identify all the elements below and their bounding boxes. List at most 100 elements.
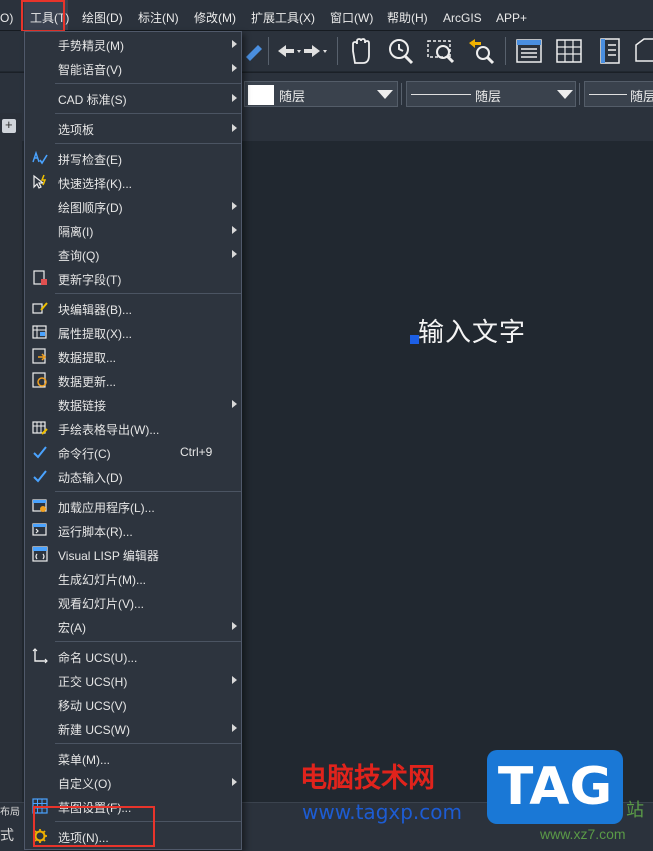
- menu-item-orthographic-ucs[interactable]: 正交 UCS(H): [25, 668, 241, 692]
- menu-app-plus[interactable]: APP+: [496, 0, 527, 30]
- toolbar-separator: [579, 83, 580, 105]
- lineweight-preview: [589, 94, 627, 95]
- highlight-options-item-box: [33, 806, 155, 847]
- menu-window[interactable]: 窗口(W): [330, 0, 373, 30]
- menu-item-move-ucs[interactable]: 移动 UCS(V): [25, 692, 241, 716]
- menu-item-shortcut: Ctrl+9: [180, 445, 213, 459]
- menu-item-block-editor[interactable]: 块编辑器(B)...: [25, 296, 241, 320]
- menu-item-make-slide[interactable]: 生成幻灯片(M)...: [25, 566, 241, 590]
- linetype-value: 随层: [475, 89, 502, 104]
- command-prompt-label: 式: [0, 827, 14, 843]
- menu-item-data-links[interactable]: 数据链接: [25, 392, 241, 416]
- submenu-arrow-icon: [232, 250, 237, 258]
- design-center-icon[interactable]: [553, 35, 585, 67]
- menu-item-macro[interactable]: 宏(A): [25, 614, 241, 638]
- submenu-arrow-icon: [232, 778, 237, 786]
- check-icon: [33, 470, 47, 483]
- submenu-arrow-icon: [232, 622, 237, 630]
- watermark-tag-logo: TAG: [487, 750, 623, 824]
- menu-separator: [55, 743, 241, 744]
- submenu-arrow-icon: [232, 94, 237, 102]
- zoom-realtime-icon[interactable]: [385, 35, 417, 67]
- submenu-arrow-icon: [232, 64, 237, 72]
- check-icon: [33, 446, 47, 459]
- lineweight-control[interactable]: 随层: [584, 81, 653, 107]
- menu-item-voice[interactable]: 智能语音(V): [25, 56, 241, 80]
- layout-tab-label[interactable]: 布局: [0, 803, 20, 818]
- menu-item-named-ucs[interactable]: 命名 UCS(U)...: [25, 644, 241, 668]
- menu-draw[interactable]: 绘图(D): [82, 0, 123, 30]
- toolbar-separator: [268, 37, 269, 65]
- text-grip-handle[interactable]: [410, 335, 419, 344]
- zoom-window-icon[interactable]: [425, 35, 457, 67]
- menu-help[interactable]: 帮助(H): [387, 0, 428, 30]
- menu-item-view-slide[interactable]: 观看幻灯片(V)...: [25, 590, 241, 614]
- menu-item-spell-check[interactable]: 拼写检查(E): [25, 146, 241, 170]
- new-tab-plus-icon[interactable]: +: [2, 117, 16, 133]
- menu-item-new-ucs[interactable]: 新建 UCS(W): [25, 716, 241, 740]
- quick-select-icon: [33, 174, 47, 189]
- submenu-arrow-icon: [232, 400, 237, 408]
- undo-redo-icon[interactable]: [272, 35, 332, 67]
- block-editor-icon: [32, 302, 48, 314]
- properties-palette-icon[interactable]: [513, 35, 545, 67]
- submenu-arrow-icon: [232, 676, 237, 684]
- menubar: O) 工具(T) 绘图(D) 标注(N) 修改(M) 扩展工具(X) 窗口(W)…: [0, 0, 653, 31]
- toolbar-separator: [505, 37, 506, 65]
- menu-item-menu[interactable]: 菜单(M)...: [25, 746, 241, 770]
- linetype-control[interactable]: 随层: [406, 81, 576, 107]
- data-extract-icon: [32, 348, 47, 364]
- canvas-text-object[interactable]: 输入文字: [418, 312, 526, 349]
- menu-item-load-application[interactable]: 加载应用程序(L)...: [25, 494, 241, 518]
- sheet-set-icon[interactable]: [632, 35, 653, 67]
- menu-item-draw-order[interactable]: 绘图顺序(D): [25, 194, 241, 218]
- submenu-arrow-icon: [232, 202, 237, 210]
- submenu-arrow-icon: [232, 724, 237, 732]
- linetype-preview: [411, 94, 471, 95]
- menu-item-attribute-extract[interactable]: 属性提取(X)...: [25, 320, 241, 344]
- pan-hand-icon[interactable]: [345, 35, 377, 67]
- menu-item-visual-lisp-editor[interactable]: Visual LISP 编辑器: [25, 542, 241, 566]
- tool-palettes-icon[interactable]: [595, 35, 627, 67]
- menu-item-dynamic-input[interactable]: 动态输入(D): [25, 464, 241, 488]
- menu-separator: [55, 293, 241, 294]
- color-control[interactable]: 随层: [244, 81, 398, 107]
- data-update-icon: [32, 372, 47, 388]
- menu-item-update-fields[interactable]: 更新字段(T): [25, 266, 241, 290]
- submenu-arrow-icon: [232, 124, 237, 132]
- toolbar-separator: [337, 37, 338, 65]
- menu-separator: [55, 491, 241, 492]
- menu-item-data-update[interactable]: 数据更新...: [25, 368, 241, 392]
- menu-item-isolate[interactable]: 隔离(I): [25, 218, 241, 242]
- highlight-tools-menu-box: [21, 0, 65, 32]
- chevron-down-icon: [377, 90, 393, 99]
- spell-check-icon: [32, 150, 48, 165]
- menu-extended-tools[interactable]: 扩展工具(X): [251, 0, 315, 30]
- submenu-arrow-icon: [232, 40, 237, 48]
- tools-menu-dropdown: 手势精灵(M) 智能语音(V) CAD 标准(S) 选项板 拼写检查(E) 快速…: [24, 31, 242, 850]
- color-value: 随层: [279, 89, 306, 104]
- color-swatch: [248, 85, 274, 105]
- menu-item-cad-standards[interactable]: CAD 标准(S): [25, 86, 241, 110]
- menu-item-customize[interactable]: 自定义(O): [25, 770, 241, 794]
- named-ucs-icon: [32, 648, 48, 664]
- menu-arcgis[interactable]: ArcGIS: [443, 0, 482, 30]
- menu-item-palettes[interactable]: 选项板: [25, 116, 241, 140]
- menu-item-table-export[interactable]: 手绘表格导出(W)...: [25, 416, 241, 440]
- menu-format-partial[interactable]: O): [0, 0, 13, 30]
- chevron-down-icon: [557, 90, 573, 99]
- menu-modify[interactable]: 修改(M): [194, 0, 236, 30]
- menu-item-command-line[interactable]: 命令行(C) Ctrl+9: [25, 440, 241, 464]
- load-app-icon: [32, 499, 47, 512]
- site-watermark: 电脑技术网 www.tagxp.com TAG: [292, 748, 624, 828]
- watermark-url: www.tagxp.com: [302, 800, 462, 824]
- menu-item-run-script[interactable]: 运行脚本(R)...: [25, 518, 241, 542]
- menu-item-data-extraction[interactable]: 数据提取...: [25, 344, 241, 368]
- menu-item-quick-select[interactable]: 快速选择(K)...: [25, 170, 241, 194]
- menu-item-gesture-wizard[interactable]: 手势精灵(M): [25, 32, 241, 56]
- menu-dimension[interactable]: 标注(N): [138, 0, 179, 30]
- zoom-previous-icon[interactable]: [465, 35, 497, 67]
- menu-item-inquiry[interactable]: 查询(Q): [25, 242, 241, 266]
- run-script-icon: [32, 523, 47, 536]
- table-export-icon: [32, 421, 48, 435]
